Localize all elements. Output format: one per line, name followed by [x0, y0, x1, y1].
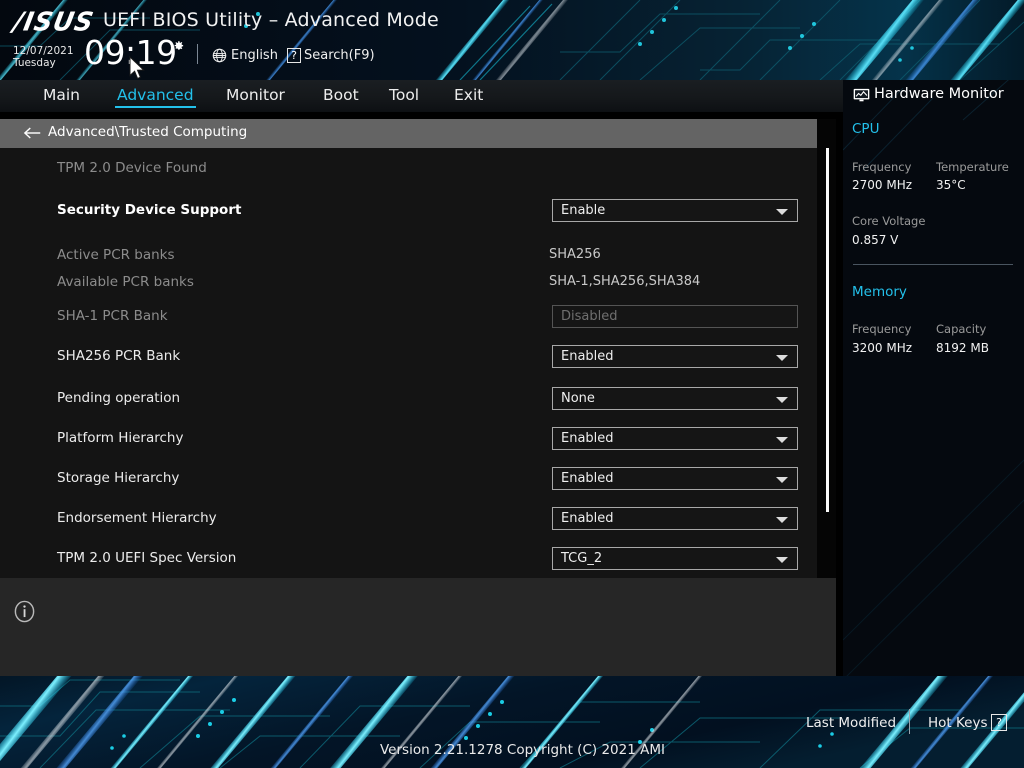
dropdown-value: None: [561, 388, 595, 409]
table-row[interactable]: Pending operation None: [0, 378, 836, 418]
row-label: Pending operation: [57, 378, 180, 418]
footer-divider: [909, 709, 910, 734]
language-label[interactable]: English: [231, 48, 278, 63]
table-row[interactable]: SHA256 PCR Bank Enabled: [0, 336, 836, 376]
table-row: SHA-1 PCR Bank Disabled: [0, 296, 836, 336]
date-block: 12/07/2021 Tuesday: [13, 45, 74, 69]
row-label: Endorsement Hierarchy: [57, 498, 217, 538]
platform-hierarchy-dropdown[interactable]: Enabled: [552, 427, 798, 450]
field-value: Disabled: [561, 306, 617, 327]
dropdown-value: Enabled: [561, 346, 614, 367]
chevron-down-icon: [776, 209, 788, 215]
row-label: SHA-1 PCR Bank: [57, 296, 168, 336]
chevron-down-icon: [776, 397, 788, 403]
gear-icon[interactable]: [172, 40, 186, 54]
memory-capacity-value: 8192 MB: [936, 341, 989, 355]
panel-scrollbar[interactable]: [826, 148, 829, 512]
nav-item-main[interactable]: Main: [41, 86, 82, 104]
dropdown-value: TCG_2: [561, 548, 602, 569]
sha256-pcr-bank-dropdown[interactable]: Enabled: [552, 345, 798, 368]
cpu-core-voltage-label: Core Voltage: [852, 214, 925, 228]
table-row[interactable]: Storage Hierarchy Enabled: [0, 458, 836, 498]
nav-item-boot[interactable]: Boot: [321, 86, 361, 104]
cpu-temperature-label: Temperature: [936, 160, 1009, 174]
globe-icon[interactable]: [212, 48, 227, 63]
info-icon[interactable]: [13, 600, 36, 623]
mouse-cursor: [129, 56, 147, 82]
date-text: 12/07/2021: [13, 45, 74, 57]
table-row: TPM 2.0 Device Found: [0, 148, 836, 188]
row-label: Platform Hierarchy: [57, 418, 183, 458]
table-row[interactable]: Endorsement Hierarchy Enabled: [0, 498, 836, 538]
hot-keys-hint-icon[interactable]: ?: [991, 714, 1007, 731]
footer-bar: Last Modified Hot Keys ? Version 2.21.12…: [0, 676, 1024, 768]
back-arrow-icon[interactable]: [23, 126, 41, 140]
breadcrumb-text: Advanced\Trusted Computing: [48, 124, 247, 140]
chevron-down-icon: [776, 557, 788, 563]
memory-capacity-label: Capacity: [936, 322, 986, 336]
table-row[interactable]: Platform Hierarchy Enabled: [0, 418, 836, 458]
dropdown-value: Enable: [561, 200, 605, 221]
row-label: TPM 2.0 UEFI Spec Version: [57, 538, 236, 578]
settings-rows: TPM 2.0 Device Found Security Device Sup…: [0, 148, 836, 578]
chevron-down-icon: [776, 437, 788, 443]
tpm-uefi-spec-version-dropdown[interactable]: TCG_2: [552, 547, 798, 570]
hardware-monitor-icon: [853, 88, 870, 102]
security-device-support-dropdown[interactable]: Enable: [552, 199, 798, 222]
hardware-monitor-sidebar: Hardware Monitor CPU Frequency Temperatu…: [843, 80, 1024, 688]
settings-panel: Advanced\Trusted Computing TPM 2.0 Devic…: [0, 119, 836, 578]
dropdown-value: Enabled: [561, 508, 614, 529]
nav-item-advanced[interactable]: Advanced: [115, 86, 196, 104]
version-text: Version 2.21.1278 Copyright (C) 2021 AMI: [380, 742, 665, 758]
dropdown-value: Enabled: [561, 428, 614, 449]
last-modified-button[interactable]: Last Modified: [806, 715, 896, 731]
row-label: SHA256 PCR Bank: [57, 336, 180, 376]
row-label: Security Device Support: [57, 190, 241, 230]
cpu-section-heading: CPU: [852, 121, 879, 137]
search-button[interactable]: Search(F9): [304, 48, 375, 63]
nav-item-exit[interactable]: Exit: [452, 86, 485, 104]
row-label: TPM 2.0 Device Found: [57, 148, 207, 188]
cpu-frequency-value: 2700 MHz: [852, 178, 912, 192]
chevron-down-icon: [776, 477, 788, 483]
sidebar-title: Hardware Monitor: [874, 86, 1004, 102]
search-hint-icon[interactable]: ?: [287, 48, 301, 63]
page-title: UEFI BIOS Utility – Advanced Mode: [103, 9, 439, 31]
chevron-down-icon: [776, 517, 788, 523]
sidebar-divider: [853, 264, 1013, 265]
breadcrumb[interactable]: Advanced\Trusted Computing: [0, 119, 817, 148]
hot-keys-button[interactable]: Hot Keys: [928, 715, 988, 731]
table-row[interactable]: TPM 2.0 UEFI Spec Version TCG_2: [0, 538, 836, 578]
chevron-down-icon: [776, 355, 788, 361]
storage-hierarchy-dropdown[interactable]: Enabled: [552, 467, 798, 490]
header-divider: [197, 44, 198, 64]
memory-section-heading: Memory: [852, 284, 907, 300]
endorsement-hierarchy-dropdown[interactable]: Enabled: [552, 507, 798, 530]
row-label: Storage Hierarchy: [57, 458, 179, 498]
cpu-frequency-label: Frequency: [852, 160, 911, 174]
table-row[interactable]: Security Device Support Enable: [0, 190, 836, 230]
bios-screen: /ISUS UEFI BIOS Utility – Advanced Mode …: [0, 0, 1024, 768]
pending-operation-dropdown[interactable]: None: [552, 387, 798, 410]
help-panel: [0, 578, 836, 676]
memory-frequency-label: Frequency: [852, 322, 911, 336]
nav-item-tool[interactable]: Tool: [387, 86, 421, 104]
nav-item-monitor[interactable]: Monitor: [224, 86, 287, 104]
sha1-pcr-bank-field: Disabled: [552, 305, 798, 328]
weekday-text: Tuesday: [13, 57, 74, 69]
cpu-temperature-value: 35°C: [936, 178, 966, 192]
dropdown-value: Enabled: [561, 468, 614, 489]
header-bar: /ISUS UEFI BIOS Utility – Advanced Mode …: [0, 0, 1024, 80]
memory-frequency-value: 3200 MHz: [852, 341, 912, 355]
cpu-core-voltage-value: 0.857 V: [852, 233, 898, 247]
